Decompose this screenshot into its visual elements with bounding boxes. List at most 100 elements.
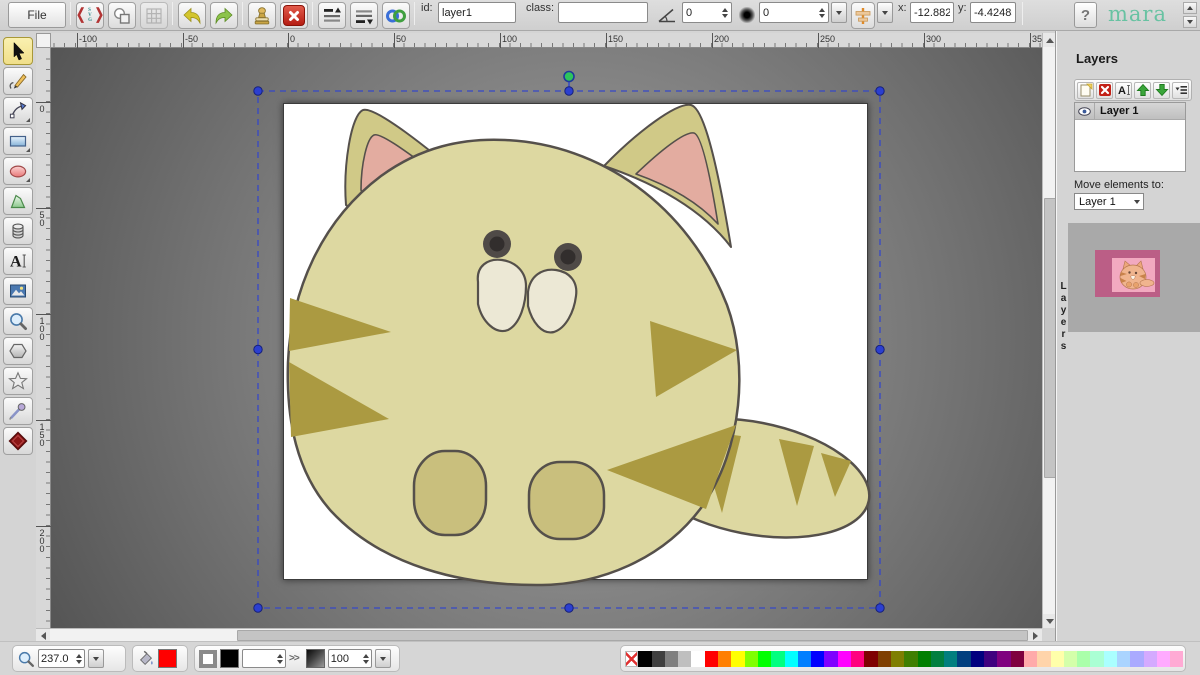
palette-swatch[interactable] <box>1157 651 1170 667</box>
move-layer-down-button[interactable] <box>1153 82 1170 99</box>
spinner-icon[interactable] <box>363 654 369 664</box>
palette-swatch[interactable] <box>1117 651 1130 667</box>
rectangle-tool-button[interactable] <box>3 127 33 155</box>
zoom-input[interactable]: 237.0 <box>38 649 85 668</box>
layer-menu-button[interactable] <box>1172 82 1189 99</box>
select-shapes-button[interactable] <box>108 2 136 29</box>
spinner-icon[interactable] <box>76 654 82 664</box>
spinner-icon[interactable] <box>819 8 825 18</box>
zoom-tool-button[interactable] <box>3 307 33 335</box>
palette-swatch[interactable] <box>811 651 824 667</box>
class-input[interactable] <box>558 2 648 23</box>
palette-swatch[interactable] <box>1144 651 1157 667</box>
opacity-input[interactable]: 100 <box>328 649 372 668</box>
zoom-dropdown-button[interactable] <box>88 649 104 668</box>
palette-swatch[interactable] <box>891 651 904 667</box>
palette-swatch[interactable] <box>931 651 944 667</box>
svg-source-button[interactable]: ❬ SVG ❭ <box>76 2 104 29</box>
undo-button[interactable] <box>178 2 206 29</box>
palette-swatch[interactable] <box>1011 651 1024 667</box>
drawing-workspace[interactable] <box>36 48 1042 628</box>
blur-dropdown-button[interactable] <box>831 2 847 23</box>
ellipse-tool-button[interactable] <box>3 157 33 185</box>
move-top-button[interactable] <box>318 2 346 29</box>
palette-swatch[interactable] <box>1104 651 1117 667</box>
palette-none-swatch[interactable] <box>625 651 638 667</box>
select-tool-button[interactable] <box>3 37 33 65</box>
opacity-dropdown-button[interactable] <box>375 649 391 668</box>
align-dropdown-button[interactable] <box>877 2 893 23</box>
layers-tab[interactable]: Layers <box>1058 281 1069 353</box>
spinner-icon[interactable] <box>722 8 728 18</box>
palette-swatch[interactable] <box>638 651 651 667</box>
image-tool-button[interactable] <box>3 277 33 305</box>
delete-button[interactable] <box>280 2 308 29</box>
stroke-dash-more-button[interactable]: >> <box>289 653 299 664</box>
palette-swatch[interactable] <box>758 651 771 667</box>
scroll-up-icon[interactable] <box>1183 2 1197 14</box>
drawing-thumbnail[interactable] <box>1095 250 1160 297</box>
stroke-color-swatch[interactable] <box>220 649 239 668</box>
palette-swatch[interactable] <box>798 651 811 667</box>
redo-button[interactable] <box>210 2 238 29</box>
side-panel-handle[interactable]: Layers <box>1056 31 1068 641</box>
cat-drawing[interactable] <box>36 48 1042 628</box>
horizontal-scrollbar[interactable] <box>36 628 1042 641</box>
scroll-up-icon[interactable] <box>1043 33 1057 47</box>
palette-swatch[interactable] <box>785 651 798 667</box>
palette-swatch[interactable] <box>851 651 864 667</box>
palette-swatch[interactable] <box>1064 651 1077 667</box>
fill-color-swatch[interactable] <box>158 649 177 668</box>
eyedropper-tool-button[interactable] <box>3 397 33 425</box>
text-tool-button[interactable]: A <box>3 247 33 275</box>
move-elements-select[interactable]: Layer 1 <box>1074 193 1144 210</box>
scroll-down-icon[interactable] <box>1043 614 1057 628</box>
palette-swatch[interactable] <box>997 651 1010 667</box>
move-bottom-button[interactable] <box>350 2 378 29</box>
id-input[interactable]: layer1 <box>438 2 516 23</box>
palette-swatch[interactable] <box>864 651 877 667</box>
palette-swatch[interactable] <box>678 651 691 667</box>
move-layer-up-button[interactable] <box>1134 82 1151 99</box>
y-input[interactable]: -4.42485 <box>970 2 1016 23</box>
grid-button[interactable] <box>140 2 168 29</box>
palette-swatch[interactable] <box>718 651 731 667</box>
horizontal-scroll-thumb[interactable] <box>237 630 1028 641</box>
palette-swatch[interactable] <box>957 651 970 667</box>
star-tool-button[interactable] <box>3 367 33 395</box>
palette-swatch[interactable] <box>1037 651 1050 667</box>
palette-swatch[interactable] <box>918 651 931 667</box>
palette-swatch[interactable] <box>971 651 984 667</box>
rename-layer-button[interactable]: A <box>1115 82 1132 99</box>
palette-swatch[interactable] <box>652 651 665 667</box>
palette-swatch[interactable] <box>731 651 744 667</box>
palette-swatch[interactable] <box>1051 651 1064 667</box>
cylinder-tool-button[interactable] <box>3 217 33 245</box>
clone-button[interactable] <box>248 2 276 29</box>
palette-swatch[interactable] <box>665 651 678 667</box>
palette-swatch[interactable] <box>824 651 837 667</box>
layer-visibility-toggle[interactable] <box>1075 103 1095 119</box>
polygon-tool-button[interactable] <box>3 187 33 215</box>
palette-swatch[interactable] <box>1130 651 1143 667</box>
scroll-down-icon[interactable] <box>1183 16 1197 28</box>
new-layer-button[interactable] <box>1077 82 1094 99</box>
blur-input[interactable]: 0 <box>759 2 829 23</box>
shape-library-button[interactable] <box>3 427 33 455</box>
palette-swatch[interactable] <box>745 651 758 667</box>
align-button[interactable] <box>851 2 875 29</box>
link-button[interactable] <box>382 2 410 29</box>
help-button[interactable]: ? <box>1074 2 1097 28</box>
palette-swatch[interactable] <box>1090 651 1103 667</box>
palette-swatch[interactable] <box>984 651 997 667</box>
palette-swatch[interactable] <box>1024 651 1037 667</box>
palette-swatch[interactable] <box>838 651 851 667</box>
stroke-width-input[interactable] <box>242 649 286 668</box>
file-menu-button[interactable]: File <box>8 2 66 28</box>
vertical-scrollbar[interactable] <box>1042 33 1056 628</box>
vertical-scroll-thumb[interactable] <box>1044 198 1056 478</box>
palette-swatch[interactable] <box>705 651 718 667</box>
spinner-icon[interactable] <box>277 654 283 664</box>
delete-layer-button[interactable] <box>1096 82 1113 99</box>
layer-row[interactable]: Layer 1 <box>1075 103 1185 120</box>
